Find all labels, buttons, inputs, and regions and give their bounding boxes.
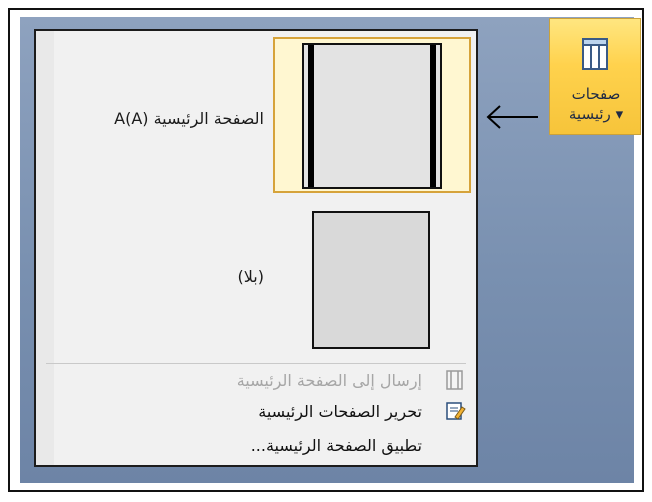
master-a-thumbnail[interactable] — [302, 43, 442, 189]
menu-divider — [46, 363, 466, 364]
no-master-thumbnail[interactable] — [312, 211, 430, 349]
pointer-arrow-icon — [486, 105, 538, 129]
thumbnail-left-bar — [308, 45, 314, 187]
master-pages-icon — [582, 38, 608, 70]
menu-left-strip — [36, 31, 54, 465]
apply-master-command[interactable]: تطبيق الصفحة الرئيسية... — [122, 436, 422, 455]
master-pages-dropdown-menu: الصفحة الرئيسية A(A) (بلا) إرسال إلى الص… — [34, 29, 478, 467]
gallery-item-none-label[interactable]: (بلا) — [44, 267, 264, 286]
gallery-item-master-a-label[interactable]: الصفحة الرئيسية A(A) — [44, 109, 264, 128]
send-to-master-icon — [446, 370, 463, 390]
thumbnail-right-bar — [430, 45, 436, 187]
ribbon-button-label-line2: رئيسية ▾ — [568, 105, 624, 123]
master-pages-ribbon-button[interactable]: صفحات رئيسية ▾ — [549, 18, 641, 135]
ribbon-button-label-line1: صفحات — [571, 85, 621, 103]
send-to-master-command[interactable]: إرسال إلى الصفحة الرئيسية — [122, 371, 422, 390]
edit-masters-icon — [446, 402, 466, 420]
edit-masters-command[interactable]: تحرير الصفحات الرئيسية — [122, 402, 422, 421]
